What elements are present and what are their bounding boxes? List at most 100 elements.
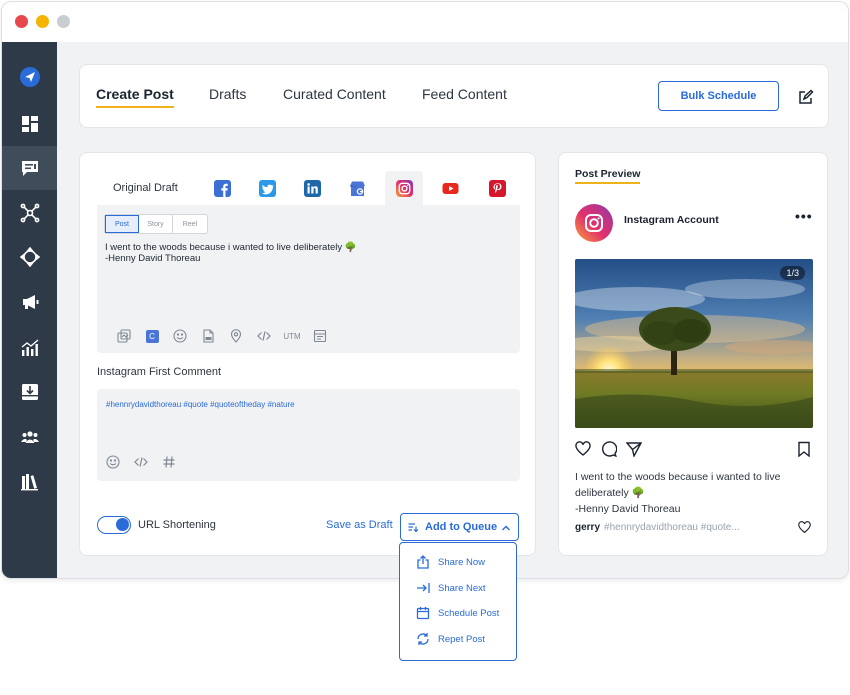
code-tool[interactable] [250, 328, 278, 344]
post-preview-title: Post Preview [575, 168, 641, 184]
network-tab-twitter[interactable] [248, 171, 286, 205]
canva-tool[interactable]: C [138, 328, 166, 344]
location-tool[interactable] [222, 328, 250, 344]
more-options-icon[interactable]: ••• [795, 208, 813, 224]
code-icon[interactable] [134, 455, 148, 469]
sidebar-item-inbox[interactable] [2, 370, 57, 414]
compose-icon [21, 161, 38, 176]
network-tab-instagram[interactable] [385, 171, 423, 205]
bookmark-icon[interactable] [796, 441, 812, 457]
post-type-reel[interactable]: Reel [173, 215, 207, 233]
menu-item-label: Schedule Post [438, 607, 500, 619]
gif-tool[interactable] [194, 328, 222, 344]
location-pin-icon [230, 329, 242, 343]
url-shortening-label: URL Shortening [138, 519, 216, 531]
toggle-knob [116, 518, 129, 531]
emoji-tool[interactable] [166, 328, 194, 344]
network-tab-google-business[interactable] [338, 171, 376, 205]
caption-line-2: -Henny David Thoreau [575, 503, 681, 515]
linkedin-icon [303, 179, 321, 197]
menu-item-label: Repet Post [438, 633, 485, 645]
gif-file-icon [203, 329, 214, 343]
post-editor[interactable]: Post Story Reel I went to the woods beca… [97, 205, 520, 353]
analytics-icon [21, 339, 38, 356]
top-nav-card: Create Post Drafts Curated Content Feed … [79, 64, 829, 128]
hashtag-icon[interactable] [162, 455, 176, 469]
tab-create-post[interactable]: Create Post [96, 86, 174, 108]
comment-preview: gerry #hennrydavidthoreau #quote... [575, 522, 740, 533]
save-as-draft-button[interactable]: Save as Draft [326, 519, 393, 531]
media-tool[interactable] [110, 328, 138, 344]
caption-line-1: I went to the woods because i wanted to … [575, 471, 781, 499]
menu-item-label: Share Now [438, 556, 485, 568]
edit-icon[interactable] [798, 89, 814, 105]
tab-feed-content[interactable]: Feed Content [422, 86, 507, 102]
inbox-icon [21, 384, 38, 400]
comment-toolbar [106, 455, 176, 469]
maximize-window-button[interactable] [57, 15, 70, 28]
emoji-icon [173, 329, 187, 343]
share-send-icon[interactable] [626, 441, 642, 457]
comment-user: gerry [575, 522, 601, 533]
account-name: Instagram Account [624, 214, 719, 226]
post-type-story[interactable]: Story [139, 215, 173, 233]
heart-icon[interactable] [575, 441, 591, 457]
sidebar-item-compose[interactable] [2, 146, 57, 190]
tab-drafts[interactable]: Drafts [209, 86, 246, 102]
menu-item-share-next[interactable]: Share Next [416, 581, 486, 595]
post-type-post[interactable]: Post [105, 215, 139, 233]
template-tool[interactable] [306, 328, 334, 344]
composer-card: Original Draft Post Story Reel I went to… [79, 152, 536, 556]
users-icon [20, 431, 39, 443]
calendar-icon [416, 607, 430, 620]
send-logo-icon [19, 67, 40, 87]
canva-icon: C [145, 329, 159, 343]
menu-item-repeat-post[interactable]: Repet Post [416, 632, 485, 646]
app-window: Create Post Drafts Curated Content Feed … [1, 1, 849, 579]
post-actions [575, 441, 813, 459]
sidebar-item-home[interactable] [2, 55, 57, 99]
first-comment-input[interactable]: #hennrydavidthoreau #quote #quoteoftheda… [97, 389, 520, 481]
sidebar-item-move[interactable] [2, 235, 57, 279]
network-tab-pinterest[interactable] [478, 171, 516, 205]
pinterest-icon [488, 179, 506, 197]
facebook-icon [213, 179, 231, 197]
template-icon [313, 329, 327, 343]
original-draft-tab[interactable]: Original Draft [113, 182, 178, 194]
minimize-window-button[interactable] [36, 15, 49, 28]
network-icon [20, 203, 39, 223]
url-shortening-toggle[interactable] [97, 516, 131, 534]
comment-icon[interactable] [601, 441, 617, 457]
image-counter: 1/3 [780, 266, 805, 280]
sidebar-item-team[interactable] [2, 415, 57, 459]
post-preview-card: Post Preview Instagram Account ••• 1/3 I… [558, 152, 828, 556]
menu-item-schedule-post[interactable]: Schedule Post [416, 606, 499, 620]
close-window-button[interactable] [15, 15, 28, 28]
emoji-icon[interactable] [106, 455, 120, 469]
utm-tool[interactable]: UTM [278, 328, 306, 344]
post-text-line-2: -Henny David Thoreau [105, 253, 201, 264]
sidebar-item-campaigns[interactable] [2, 280, 57, 324]
megaphone-icon [22, 295, 38, 309]
landscape-photo [575, 259, 813, 428]
sidebar-item-network[interactable] [2, 191, 57, 235]
library-icon [20, 474, 38, 491]
network-tab-linkedin[interactable] [293, 171, 331, 205]
dashboard-icon [21, 116, 38, 132]
heart-icon[interactable] [798, 521, 811, 534]
sidebar-item-dashboard[interactable] [2, 102, 57, 146]
add-to-queue-button[interactable]: Add to Queue [400, 513, 519, 541]
post-text[interactable]: I went to the woods because i wanted to … [105, 242, 357, 264]
sidebar [2, 42, 57, 578]
network-tab-facebook[interactable] [203, 171, 241, 205]
tab-curated-content[interactable]: Curated Content [283, 86, 386, 102]
sidebar-item-analytics[interactable] [2, 326, 57, 370]
google-business-icon [349, 181, 365, 196]
first-comment-text: #hennrydavidthoreau #quote #quoteoftheda… [106, 400, 295, 409]
sidebar-item-library[interactable] [2, 460, 57, 504]
bulk-schedule-button[interactable]: Bulk Schedule [658, 81, 779, 111]
menu-item-share-now[interactable]: Share Now [416, 555, 485, 569]
network-tab-youtube[interactable] [431, 171, 469, 205]
post-image: 1/3 [575, 259, 813, 428]
youtube-icon [442, 182, 458, 194]
